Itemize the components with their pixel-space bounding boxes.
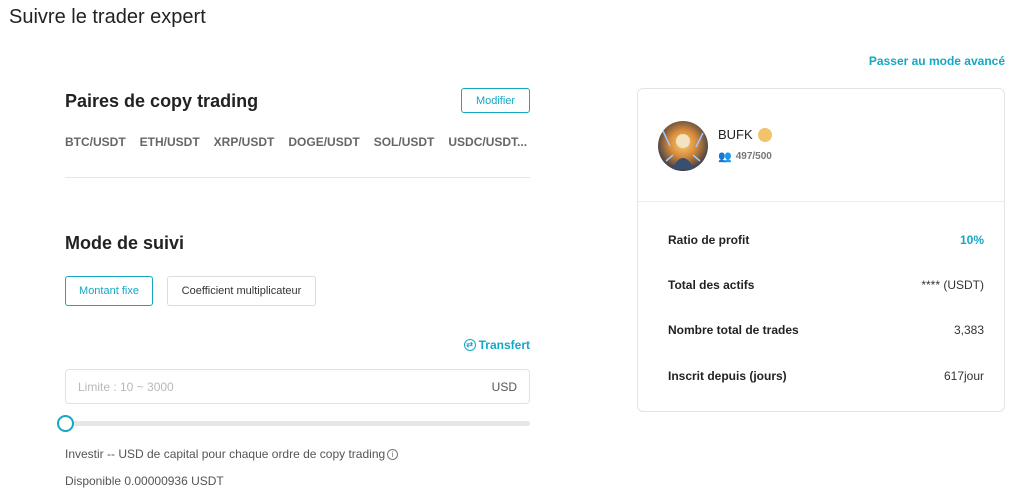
followers-value: 497/500 xyxy=(735,151,772,162)
pairs-divider xyxy=(65,177,530,178)
pair-item: XRP/USDT xyxy=(213,135,275,149)
stat-value: 617jour xyxy=(943,369,984,383)
stat-value: **** (USDT) xyxy=(921,278,984,292)
multiplier-coefficient-button[interactable]: Coefficient multiplicateur xyxy=(167,276,316,306)
advanced-mode-link[interactable]: Passer au mode avancé xyxy=(869,54,1005,68)
invest-note-text: Investir -- USD de capital pour chaque o… xyxy=(65,447,386,461)
stat-label: Ratio de profit xyxy=(668,233,750,247)
pair-item: ETH/USDT xyxy=(139,135,200,149)
trader-avatar[interactable] xyxy=(658,121,708,171)
stat-label: Nombre total de trades xyxy=(668,323,799,337)
page-title: Suivre le trader expert xyxy=(9,6,206,28)
stat-row-profit: Ratio de profit 10% xyxy=(668,233,984,247)
amount-slider-track[interactable] xyxy=(65,421,530,426)
stat-row-days: Inscrit depuis (jours) 617jour xyxy=(668,369,984,383)
modify-pairs-button[interactable]: Modifier xyxy=(461,88,530,113)
pair-item: BTC/USDT xyxy=(65,135,126,149)
amount-unit: USD xyxy=(491,379,517,394)
followers-count: 👥 497/500 xyxy=(718,150,772,163)
pairs-list: BTC/USDT ETH/USDT XRP/USDT DOGE/USDT SOL… xyxy=(65,135,527,149)
stat-label: Inscrit depuis (jours) xyxy=(668,369,787,383)
pair-item: USDC/USDT... xyxy=(448,135,528,149)
transfer-icon: ⇄ xyxy=(463,339,476,351)
available-balance: Disponible 0.00000936 USDT xyxy=(65,474,224,488)
trader-card: BUFK 👥 497/500 Ratio de profit 10% Total… xyxy=(637,88,1005,412)
follow-mode-title: Mode de suivi xyxy=(65,233,185,253)
transfer-label: Transfert xyxy=(478,338,530,352)
fixed-amount-button[interactable]: Montant fixe xyxy=(65,276,153,306)
amount-field: USD xyxy=(65,369,530,404)
stat-label: Total des actifs xyxy=(668,278,755,292)
pairs-section-title: Paires de copy trading xyxy=(65,91,259,111)
transfer-link[interactable]: ⇄ Transfert xyxy=(463,338,530,352)
stat-value: 3,383 xyxy=(953,323,984,337)
trader-name-row: BUFK xyxy=(718,127,772,142)
info-icon[interactable]: i xyxy=(387,448,399,460)
stat-value: 10% xyxy=(959,233,984,247)
stat-row-assets: Total des actifs **** (USDT) xyxy=(668,278,984,292)
amount-slider-thumb[interactable] xyxy=(57,415,74,432)
stat-row-trades: Nombre total de trades 3,383 xyxy=(668,323,984,337)
invest-note: Investir -- USD de capital pour chaque o… xyxy=(65,447,399,461)
card-divider xyxy=(638,201,1004,202)
users-icon: 👥 xyxy=(718,151,732,163)
medal-icon xyxy=(757,127,772,142)
trader-name: BUFK xyxy=(718,127,753,142)
pair-item: SOL/USDT xyxy=(373,135,435,149)
pair-item: DOGE/USDT xyxy=(288,135,360,149)
amount-input[interactable] xyxy=(78,379,378,394)
